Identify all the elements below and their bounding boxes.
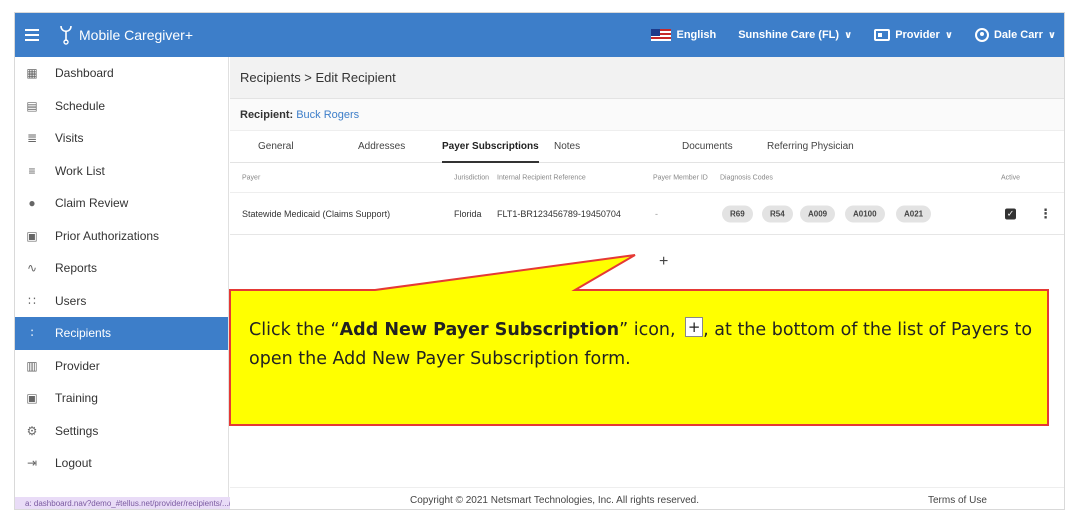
role-selector[interactable]: Provider ∨ <box>874 29 953 41</box>
col-active: Active <box>1001 174 1021 181</box>
top-bar: Mobile Caregiver+ English Sunshine Care … <box>15 13 1064 57</box>
sidebar-item-provider[interactable]: ▥ Provider <box>15 350 228 383</box>
recipients-icon: ∶ <box>30 326 34 341</box>
tab-referring-physician[interactable]: Referring Physician <box>767 131 854 163</box>
provider-icon <box>874 29 891 41</box>
sidebar-item-label: Visits <box>55 131 84 146</box>
add-payer-subscription-button[interactable]: + <box>659 253 668 271</box>
sidebar-item-label: Prior Authorizations <box>55 228 160 243</box>
sidebar-item-logout[interactable]: ⇥ Logout <box>15 447 228 480</box>
table-row[interactable]: Statewide Medicaid (Claims Support) Flor… <box>230 193 1064 235</box>
col-jurisdiction: Jurisdiction <box>454 174 490 181</box>
sidebar-item-claim-review[interactable]: ● Claim Review <box>15 187 228 220</box>
gear-icon: ⚙ <box>26 423 38 438</box>
sidebar-item-reports[interactable]: ∿ Reports <box>15 252 228 285</box>
tab-bar: General Addresses Payer Subscriptions Notes… <box>230 131 1064 163</box>
chevron-down-icon: ∨ <box>1047 29 1056 41</box>
list-icon: ≡ <box>28 163 36 178</box>
col-internal-ref: Internal Recipient Reference <box>497 174 586 181</box>
tab-payer-subscriptions[interactable]: Payer Subscriptions <box>442 131 539 163</box>
sidebar-item-users[interactable]: ∷ Users <box>15 285 228 318</box>
main-content: Recipients > Edit Recipient Recipient: B… <box>230 57 1064 509</box>
training-icon: ▣ <box>26 391 38 406</box>
tab-documents[interactable]: Documents <box>682 131 733 163</box>
more-options-icon[interactable]: ⋮ <box>1039 206 1052 222</box>
col-diagnosis: Diagnosis Codes <box>720 174 773 181</box>
callout-bold: Add New Payer Subscription <box>339 320 620 340</box>
recipient-header: Recipient: Buck Rogers <box>230 99 1064 131</box>
sidebar-item-label: Recipients <box>55 326 112 341</box>
callout-text: Click the “Add New Payer Subscription” i… <box>249 316 1039 374</box>
agency-selector[interactable]: Sunshine Care (FL) ∨ <box>738 29 852 41</box>
recipient-label: Recipient: <box>240 108 294 121</box>
add-icon: + <box>685 317 704 337</box>
sidebar-item-label: Dashboard <box>55 66 114 81</box>
sidebar-item-label: Reports <box>55 261 98 276</box>
chevron-down-icon: ∨ <box>944 29 953 41</box>
diagnosis-code-chip: A021 <box>896 205 932 222</box>
app-title: Mobile Caregiver+ <box>79 27 193 43</box>
logout-icon: ⇥ <box>26 456 38 471</box>
sidebar-item-recipients[interactable]: ∶ Recipients <box>15 317 228 350</box>
user-menu[interactable]: Dale Carr ∨ <box>974 28 1056 42</box>
sidebar-item-label: Claim Review <box>55 196 129 211</box>
role-label: Provider <box>895 29 940 41</box>
sidebar-item-label: Schedule <box>55 98 106 113</box>
language-selector[interactable]: English <box>651 29 716 41</box>
internal-ref-value: FLT1-BR123456789-19450704 <box>497 208 621 219</box>
dashboard-icon: ▦ <box>26 66 38 81</box>
us-flag-icon <box>651 29 672 41</box>
clipboard-icon: ▥ <box>26 358 38 373</box>
account-icon <box>974 28 989 42</box>
calendar-check-icon: ▣ <box>26 228 38 243</box>
sidebar-item-dashboard[interactable]: ▦ Dashboard <box>15 57 228 90</box>
payer-name: Statewide Medicaid (Claims Support) <box>242 208 391 219</box>
sidebar-item-label: Work List <box>55 163 105 178</box>
callout-part2: ” icon, <box>619 320 676 340</box>
sidebar: ▦ Dashboard ▤ Schedule ≣ Visits ≡ Work List ● Cla… <box>15 57 355 509</box>
language-label: English <box>676 29 717 41</box>
chevron-down-icon: ∨ <box>844 29 853 41</box>
recipient-name-link[interactable]: Buck Rogers <box>296 109 359 121</box>
table-header: Payer Jurisdiction Internal Recipient Re… <box>230 163 1064 193</box>
agency-label: Sunshine Care (FL) <box>738 29 840 41</box>
sidebar-item-label: Users <box>55 293 87 308</box>
tab-addresses[interactable]: Addresses <box>358 131 405 163</box>
sidebar-item-work-list[interactable]: ≡ Work List <box>15 155 228 188</box>
sidebar-item-label: Provider <box>55 358 100 373</box>
sidebar-item-schedule[interactable]: ▤ Schedule <box>15 90 228 123</box>
footer: Copyright © 2021 Netsmart Technologies, … <box>230 487 1064 509</box>
tab-notes[interactable]: Notes <box>554 131 580 163</box>
user-name: Dale Carr <box>993 29 1043 41</box>
terms-link[interactable]: Terms of Use <box>928 495 987 506</box>
diagnosis-code-chip: A0100 <box>845 205 885 222</box>
callout-part1: Click the “ <box>249 320 340 340</box>
breadcrumb: Recipients > Edit Recipient <box>230 57 1064 99</box>
sidebar-item-training[interactable]: ▣ Training <box>15 382 228 415</box>
sidebar-item-visits[interactable]: ≣ Visits <box>15 122 228 155</box>
calendar-icon: ▤ <box>26 98 38 113</box>
sidebar-item-label: Training <box>55 391 98 406</box>
app-window: Mobile Caregiver+ English Sunshine Care … <box>14 12 1065 510</box>
diagnosis-code-chip: A009 <box>800 205 836 222</box>
col-member-id: Payer Member ID <box>653 174 708 181</box>
sidebar-item-prior-authorizations[interactable]: ▣ Prior Authorizations <box>15 220 228 253</box>
menu-icon[interactable] <box>25 29 47 41</box>
sidebar-item-label: Settings <box>55 423 99 438</box>
logo-icon <box>60 25 72 45</box>
sidebar-item-settings[interactable]: ⚙ Settings <box>15 415 228 448</box>
trend-icon: ∿ <box>26 261 38 276</box>
users-icon: ∷ <box>28 293 36 308</box>
jurisdiction-value: Florida <box>454 208 482 219</box>
member-id-value: - <box>655 208 658 219</box>
diagnosis-code-chip: R54 <box>762 205 793 222</box>
tab-general[interactable]: General <box>258 131 294 163</box>
copyright-text: Copyright © 2021 Netsmart Technologies, … <box>410 495 699 506</box>
active-checkbox[interactable]: ✓ <box>1005 208 1016 219</box>
filter-icon: ≣ <box>26 131 38 146</box>
diagnosis-code-chip: R69 <box>722 205 753 222</box>
col-payer: Payer <box>242 174 261 181</box>
sidebar-item-label: Logout <box>55 456 92 471</box>
alert-icon: ● <box>28 196 36 211</box>
